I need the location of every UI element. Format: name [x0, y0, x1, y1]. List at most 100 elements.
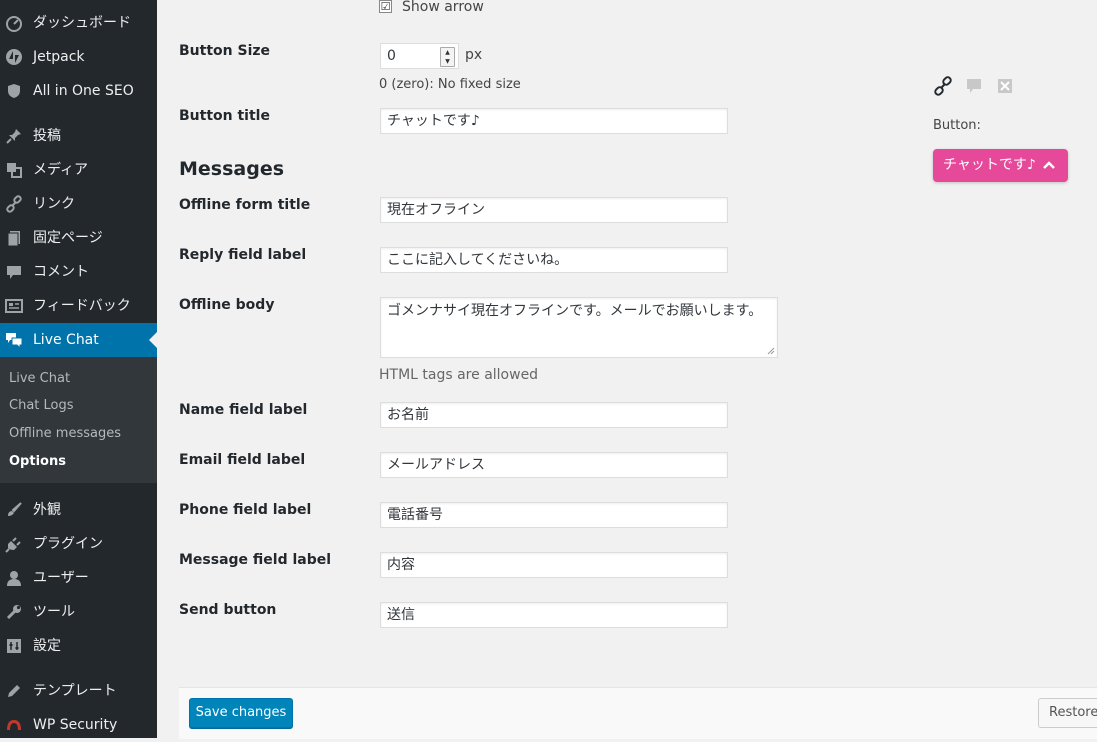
menu-label: Live Chat [33, 332, 99, 348]
menu-item-feedback[interactable]: フィードバック [0, 289, 157, 323]
preview-button-label: Button: [933, 118, 981, 133]
wrench-icon [5, 603, 23, 621]
dashboard-icon [5, 14, 23, 32]
email-field-label: Email field label [179, 452, 306, 468]
menu-label: Jetpack [33, 49, 85, 65]
button-preview: Button: チャットです♪ [933, 76, 1083, 196]
button-size-unit: px [465, 47, 483, 63]
media-icon [5, 161, 23, 179]
message-field-input[interactable]: 内容 [380, 552, 728, 578]
spin-down-icon[interactable]: ▼ [441, 57, 454, 66]
show-arrow-label: Show arrow [402, 0, 484, 15]
pen-icon [5, 682, 23, 700]
menu-label: コメント [33, 264, 89, 280]
pushpin-icon [5, 127, 23, 145]
menu-label: リンク [33, 196, 75, 212]
chat-button-preview[interactable]: チャットです♪ [933, 149, 1068, 182]
menu-item-pages[interactable]: 固定ページ [0, 221, 157, 255]
plug-icon [5, 535, 23, 553]
menu-label: 固定ページ [33, 230, 103, 246]
restore-button[interactable]: Restore [1038, 698, 1097, 728]
offline-body-label: Offline body [179, 297, 275, 313]
phone-field-input[interactable]: 電話番号 [380, 502, 728, 528]
options-main: ☑ Show arrow Button Size 0 ▲ ▼ px 0 (zer… [157, 0, 1097, 739]
menu-item-all-in-one-seo[interactable]: All in One SEO [0, 74, 157, 108]
offline-form-title-input[interactable]: 現在オフライン [380, 197, 728, 223]
messages-section-title: Messages [179, 158, 285, 180]
settings-icon [5, 637, 23, 655]
offline-form-title-label: Offline form title [179, 197, 311, 213]
reply-field-label: Reply field label [179, 247, 307, 263]
menu-item-templates[interactable]: テンプレート [0, 674, 157, 708]
security-icon [5, 716, 23, 734]
menu-item-comments[interactable]: コメント [0, 255, 157, 289]
send-button-label: Send button [179, 602, 277, 618]
menu-item-users[interactable]: ユーザー [0, 561, 157, 595]
menu-item-dashboard[interactable]: ダッシュボード [0, 6, 157, 40]
menu-label: メディア [33, 162, 89, 178]
menu-item-tools[interactable]: ツール [0, 595, 157, 629]
menu-label: フィードバック [33, 298, 131, 314]
show-arrow-checkbox[interactable]: ☑ [379, 0, 392, 13]
menu-item-media[interactable]: メディア [0, 153, 157, 187]
close-icon[interactable] [995, 76, 1015, 96]
resize-grip-icon[interactable] [767, 347, 775, 355]
spinner-arrows[interactable]: ▲ ▼ [440, 47, 455, 67]
user-icon [5, 569, 23, 587]
footer-actions: Save changes Restore [179, 687, 1097, 739]
menu-item-links[interactable]: リンク [0, 187, 157, 221]
brush-icon [5, 501, 23, 519]
menu-item-plugins[interactable]: プラグイン [0, 527, 157, 561]
menu-label: All in One SEO [33, 83, 134, 99]
submenu-item-offline-messages[interactable]: Offline messages [9, 426, 121, 441]
link-icon [5, 195, 23, 213]
submenu-item-chat-logs[interactable]: Chat Logs [9, 398, 74, 413]
offline-body-textarea[interactable]: ゴメンナサイ現在オフラインです。メールでお願いします。 [380, 297, 778, 358]
menu-label: 外観 [33, 502, 61, 518]
chat-button-text: チャットです♪ [943, 157, 1036, 173]
menu-label: WP Security [33, 717, 118, 733]
comment-icon[interactable] [964, 76, 984, 96]
menu-label: テンプレート [33, 683, 117, 699]
send-button-input[interactable]: 送信 [380, 602, 728, 628]
button-title-label: Button title [179, 108, 270, 124]
page-icon [5, 229, 23, 247]
chat-bubbles-icon [5, 331, 23, 349]
menu-label: ダッシュボード [33, 15, 131, 31]
offline-body-hint: HTML tags are allowed [379, 367, 539, 383]
menu-item-live-chat[interactable]: Live Chat [0, 323, 157, 357]
save-changes-button[interactable]: Save changes [189, 698, 293, 728]
link-icon[interactable] [933, 76, 953, 96]
button-size-hint: 0 (zero): No fixed size [379, 77, 521, 92]
phone-field-label: Phone field label [179, 502, 312, 518]
menu-label: 設定 [33, 638, 61, 654]
comment-icon [5, 263, 23, 281]
menu-label: ユーザー [33, 570, 89, 586]
reply-field-input[interactable]: ここに記入してくださいね。 [380, 247, 728, 273]
menu-item-wp-security[interactable]: WP Security [0, 708, 157, 742]
feedback-icon [5, 297, 23, 315]
email-field-input[interactable]: メールアドレス [380, 452, 728, 478]
name-field-label: Name field label [179, 402, 308, 418]
button-size-label: Button Size [179, 43, 271, 59]
button-title-input[interactable]: チャットです♪ [380, 108, 728, 134]
menu-item-posts[interactable]: 投稿 [0, 119, 157, 153]
chevron-up-icon [1043, 161, 1055, 169]
name-field-input[interactable]: お名前 [380, 402, 728, 428]
admin-sidebar: ダッシュボード Jetpack All in One SEO 投稿 メディア リ… [0, 0, 157, 738]
menu-label: プラグイン [33, 536, 103, 552]
submenu-item-options[interactable]: Options [9, 454, 66, 469]
button-size-value: 0 [387, 48, 396, 64]
jetpack-icon [5, 48, 23, 66]
menu-label: 投稿 [33, 128, 61, 144]
menu-label: ツール [33, 604, 75, 620]
submenu-item-live-chat[interactable]: Live Chat [9, 371, 70, 386]
button-size-input[interactable]: 0 ▲ ▼ [380, 43, 459, 69]
live-chat-submenu: Live Chat Chat Logs Offline messages Opt… [0, 357, 157, 483]
menu-item-jetpack[interactable]: Jetpack [0, 40, 157, 74]
menu-item-appearance[interactable]: 外観 [0, 493, 157, 527]
message-field-label: Message field label [179, 552, 332, 568]
spin-up-icon[interactable]: ▲ [441, 48, 454, 57]
shield-icon [5, 82, 23, 100]
menu-item-settings[interactable]: 設定 [0, 629, 157, 663]
